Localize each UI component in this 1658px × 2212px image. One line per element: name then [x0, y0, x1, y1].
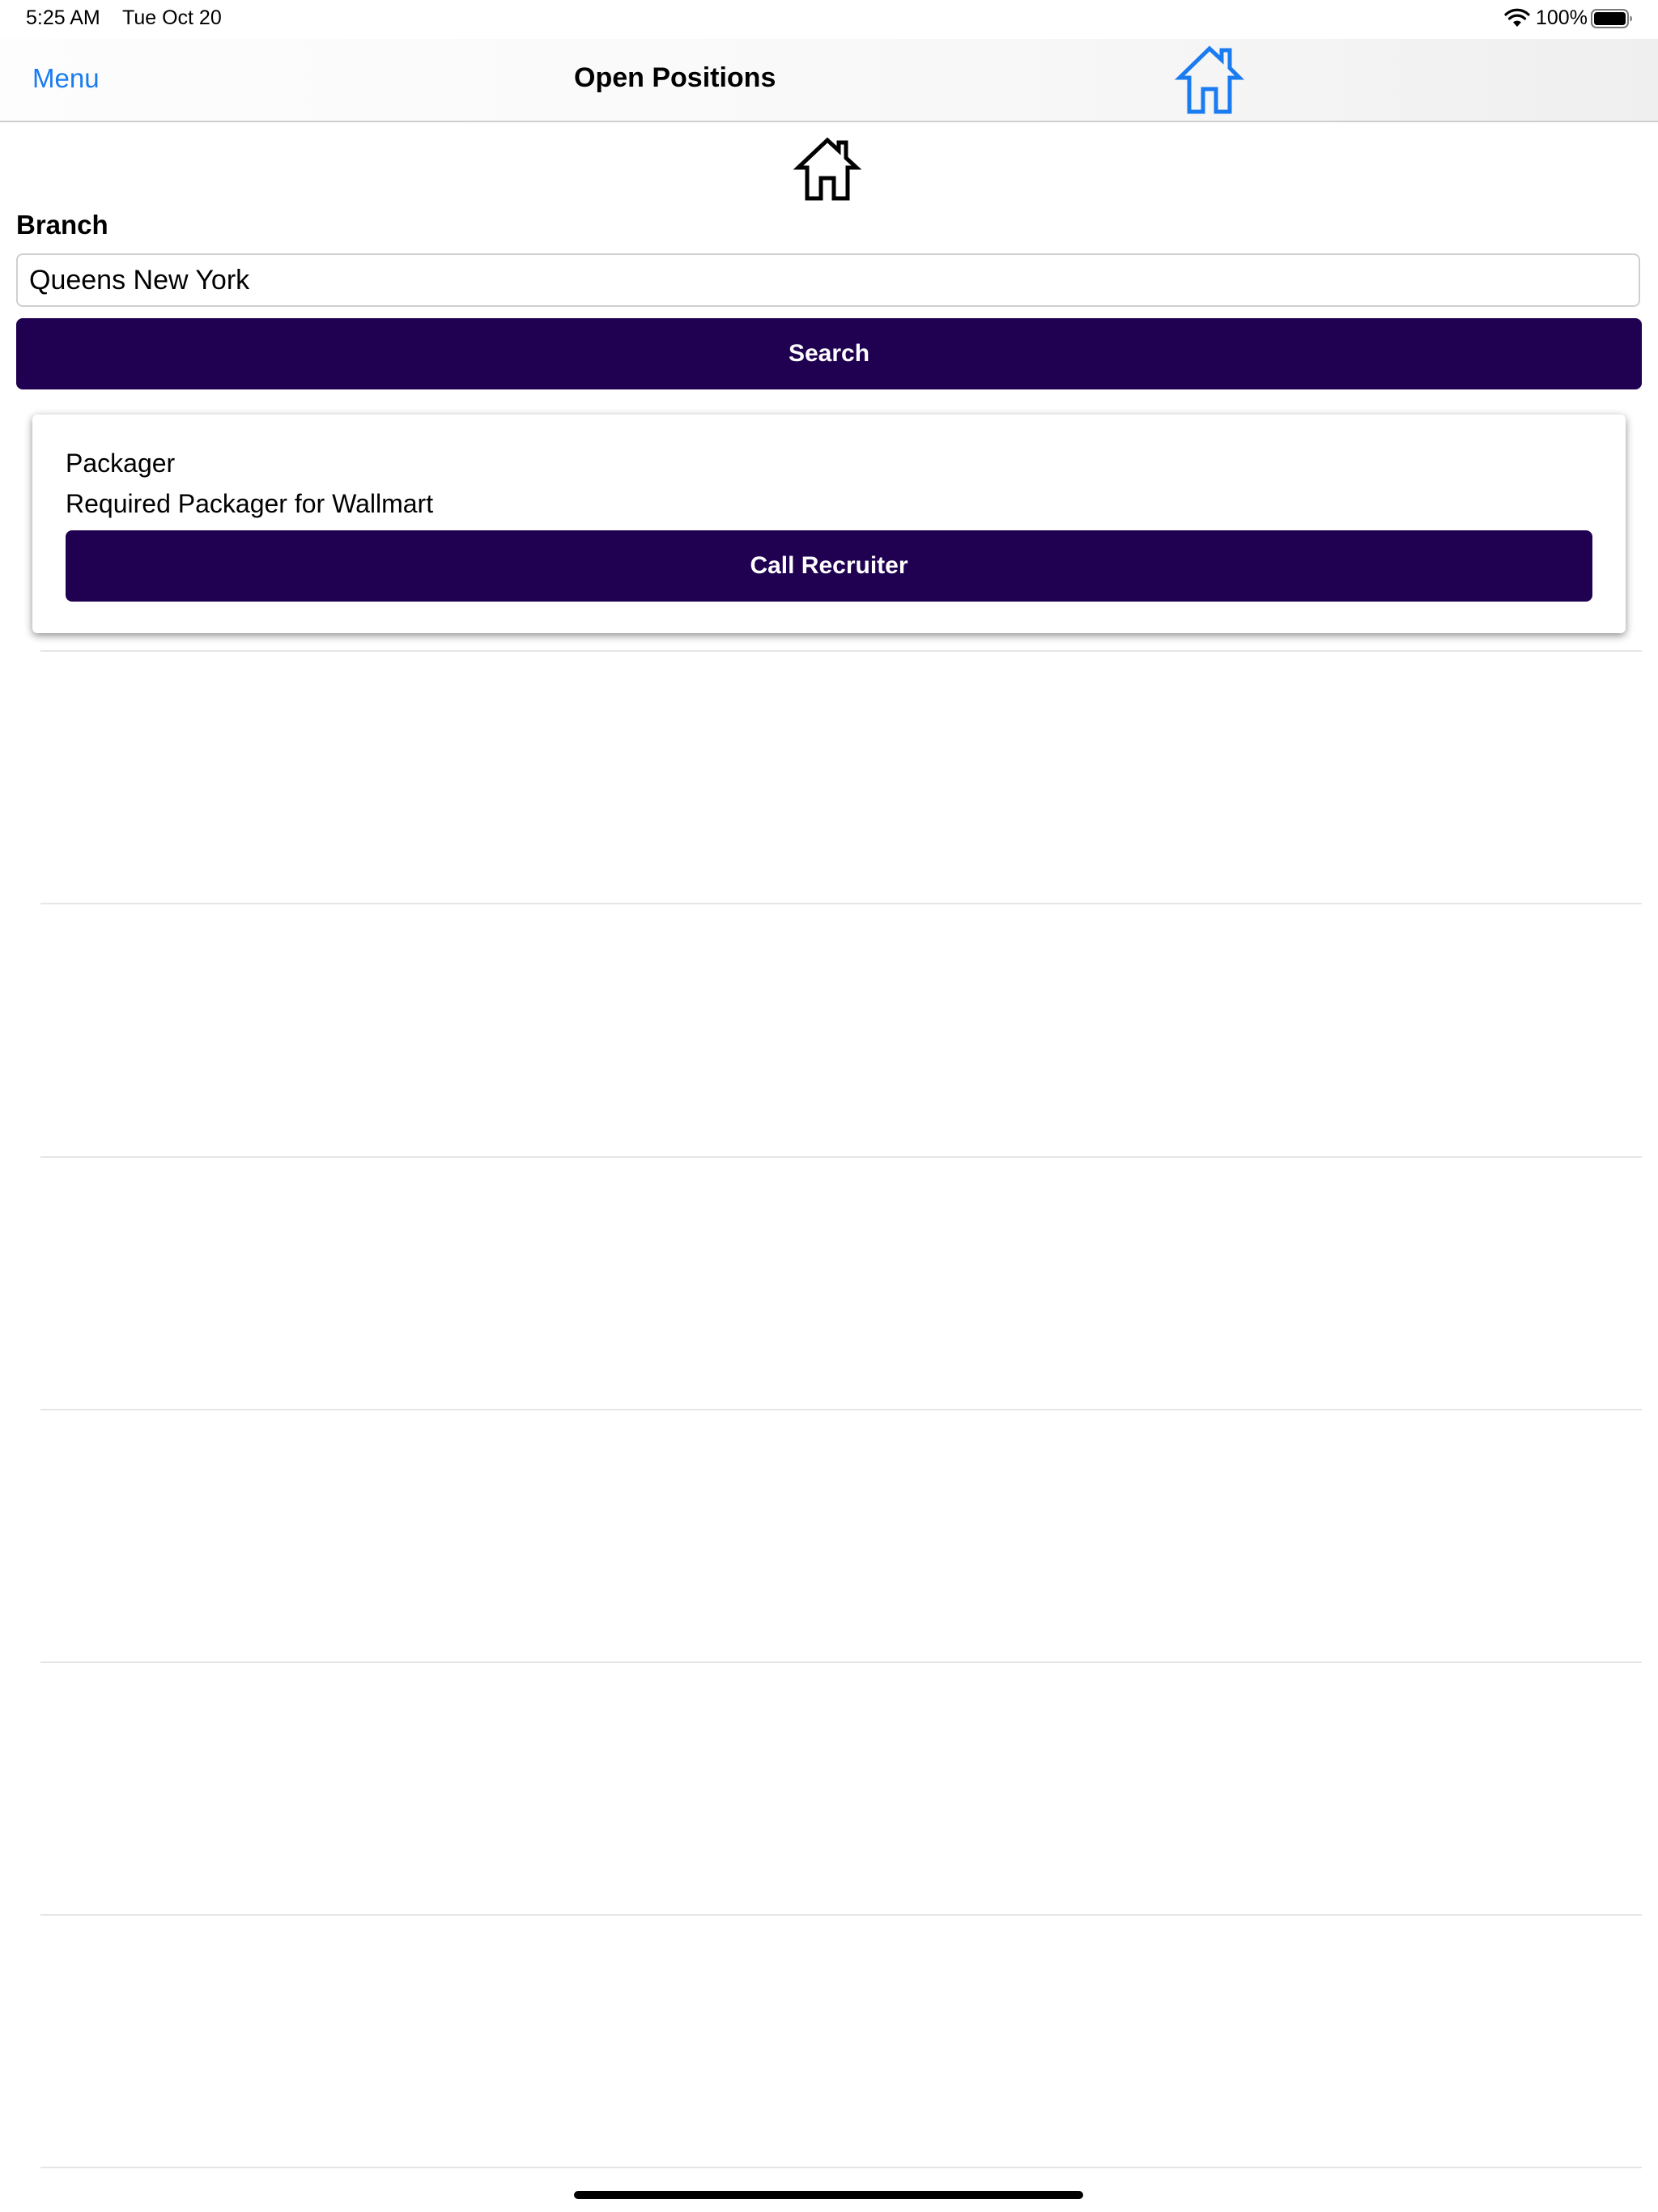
list-separator — [40, 1156, 1642, 1158]
call-recruiter-button[interactable]: Call Recruiter — [66, 530, 1592, 602]
job-title: Packager — [66, 449, 176, 478]
list-separator — [40, 2167, 1642, 2168]
branch-label: Branch — [16, 210, 108, 240]
job-card: Packager Required Packager for Wallmart … — [32, 415, 1626, 633]
wifi-icon — [1504, 8, 1530, 27]
navigation-bar: Menu Open Positions — [0, 39, 1658, 122]
page-title: Open Positions — [574, 62, 776, 93]
status-bar: 5:25 AM Tue Oct 20 100% — [0, 0, 1658, 39]
list-separator — [40, 1409, 1642, 1410]
list-separator — [40, 1914, 1642, 1916]
battery-full-icon — [1591, 9, 1632, 28]
job-description: Required Packager for Wallmart — [66, 489, 434, 518]
menu-button[interactable]: Menu — [32, 63, 100, 94]
list-separator — [40, 650, 1642, 652]
home-indicator[interactable] — [574, 2191, 1083, 2199]
branch-input[interactable] — [16, 253, 1640, 307]
home-icon — [793, 137, 861, 201]
status-time: 5:25 AM — [26, 6, 100, 29]
list-separator — [40, 1661, 1642, 1663]
home-icon[interactable] — [1173, 42, 1246, 117]
status-date: Tue Oct 20 — [122, 6, 222, 29]
battery-percent: 100% — [1536, 6, 1588, 29]
list-separator — [40, 903, 1642, 904]
search-button[interactable]: Search — [16, 318, 1642, 389]
